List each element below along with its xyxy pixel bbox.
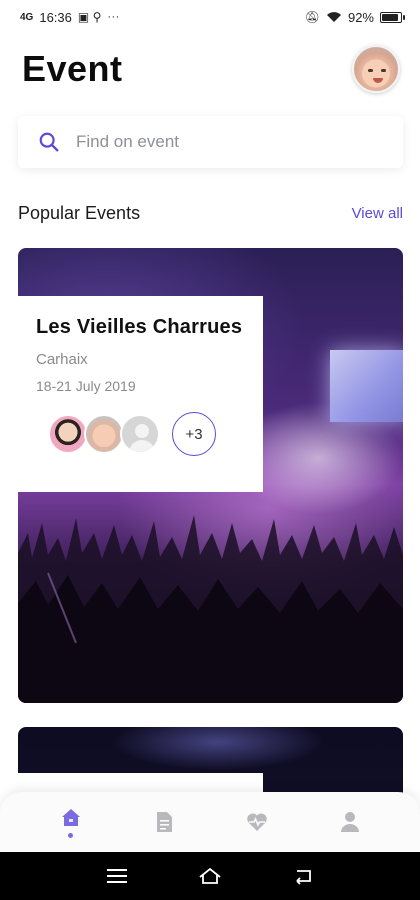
status-bar: 4G 16:36 ▣ ⚲ ··· 🔕︎ 92%: [0, 0, 420, 34]
section-title: Popular Events: [18, 202, 141, 223]
event-card[interactable]: Les Vieilles Charrues Carhaix 18-21 July…: [18, 248, 403, 703]
home-button[interactable]: [190, 861, 230, 891]
active-indicator: [68, 833, 73, 838]
popular-events-header: Popular Events View all: [18, 200, 403, 226]
attendee-list[interactable]: +3: [48, 412, 216, 456]
back-button[interactable]: [283, 861, 323, 891]
nav-profile[interactable]: [326, 798, 374, 846]
notification-icons: ▣ ⚲: [77, 10, 102, 24]
document-icon: [156, 812, 172, 832]
status-left: 4G 16:36 ▣ ⚲ ···: [20, 10, 120, 25]
heart-pulse-icon: [246, 813, 267, 831]
crowd-image: [18, 515, 403, 703]
page-title: Event: [22, 48, 123, 89]
more-attendees-badge[interactable]: +3: [172, 412, 216, 456]
attendee-avatar: [84, 414, 124, 454]
stage-screen-image: [330, 350, 403, 422]
home-outline-icon: [199, 867, 221, 884]
event-name: Les Vieilles Charrues: [36, 316, 243, 338]
nav-documents[interactable]: [140, 798, 188, 846]
search-icon: [39, 132, 59, 152]
back-icon: [296, 870, 312, 885]
attendee-avatar-placeholder: [120, 414, 160, 454]
menu-icon: [106, 869, 127, 883]
signal-label: 4G: [20, 11, 34, 23]
status-right: 🔕︎ 92%: [304, 9, 405, 25]
mute-icon: 🔕︎: [304, 10, 320, 24]
battery-percent: 92%: [347, 9, 374, 25]
system-nav-bar: [0, 852, 420, 900]
wifi-icon: [326, 12, 341, 22]
search-bar[interactable]: [18, 116, 403, 168]
search-input[interactable]: [76, 132, 356, 152]
menu-button[interactable]: [97, 861, 137, 891]
home-icon: [61, 809, 80, 826]
status-time: 16:36: [39, 9, 72, 25]
nav-home[interactable]: [47, 798, 95, 846]
event-location: Carhaix: [36, 351, 88, 368]
status-extra: ···: [107, 11, 120, 23]
battery-icon: [380, 11, 405, 23]
event-dates: 18-21 July 2019: [36, 378, 136, 394]
view-all-link[interactable]: View all: [352, 205, 403, 222]
event-info-panel: Les Vieilles Charrues Carhaix 18-21 July…: [18, 296, 263, 492]
attendee-avatar: [48, 414, 88, 454]
profile-avatar[interactable]: [352, 45, 400, 93]
header: Event: [22, 40, 400, 98]
nav-health[interactable]: [233, 798, 281, 846]
bottom-nav: [0, 792, 420, 852]
person-icon: [340, 812, 359, 832]
